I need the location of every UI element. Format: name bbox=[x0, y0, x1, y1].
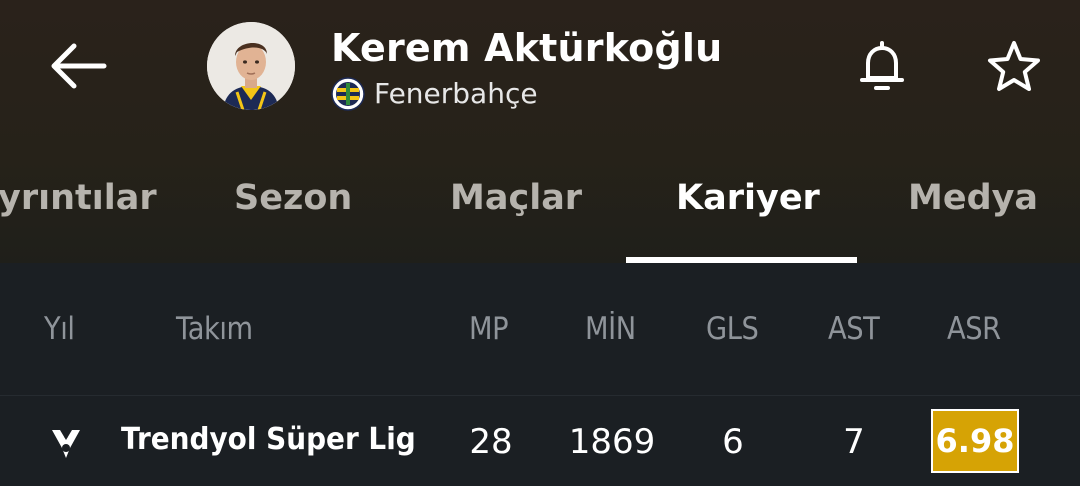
league-logo-icon bbox=[48, 426, 84, 460]
favorite-button[interactable] bbox=[984, 38, 1044, 96]
column-header-assists[interactable]: AST bbox=[828, 311, 880, 347]
tab-career[interactable]: Kariyer bbox=[676, 178, 820, 218]
star-icon bbox=[988, 41, 1040, 91]
notifications-button[interactable] bbox=[856, 38, 908, 96]
rating-badge: 6.98 bbox=[931, 409, 1019, 473]
assists-value: 7 bbox=[843, 422, 865, 462]
player-avatar bbox=[207, 22, 295, 110]
tab-media[interactable]: Medya bbox=[908, 178, 1038, 218]
arrow-left-icon bbox=[51, 43, 107, 89]
column-header-matches-played[interactable]: MP bbox=[469, 311, 509, 347]
player-name: Kerem Aktürkoğlu bbox=[331, 26, 723, 70]
club-logo-icon bbox=[331, 77, 365, 111]
column-header-year[interactable]: Yıl bbox=[44, 311, 75, 347]
minutes-value: 1869 bbox=[568, 422, 656, 462]
tab-season[interactable]: Sezon bbox=[234, 178, 352, 218]
table-row[interactable]: Trendyol Süper Lig 28 1869 6 7 6.98 bbox=[0, 396, 1080, 486]
column-header-minutes[interactable]: MİN bbox=[585, 311, 636, 347]
matches-played-value: 28 bbox=[469, 422, 513, 462]
rating-value: 6.98 bbox=[933, 411, 1017, 471]
club-name[interactable]: Fenerbahçe bbox=[374, 77, 538, 110]
goals-value: 6 bbox=[722, 422, 744, 462]
active-tab-indicator bbox=[626, 257, 857, 263]
column-header-team[interactable]: Takım bbox=[176, 311, 253, 347]
league-name: Trendyol Süper Lig bbox=[121, 422, 416, 457]
column-header-goals[interactable]: GLS bbox=[706, 311, 759, 347]
bell-icon bbox=[860, 41, 904, 90]
column-header-average-rating[interactable]: ASR bbox=[947, 311, 1001, 347]
back-button[interactable] bbox=[44, 36, 110, 96]
tab-matches[interactable]: Maçlar bbox=[450, 178, 582, 218]
player-header: Kerem Aktürkoğlu Fenerbahçe yrıntılar Se… bbox=[0, 0, 1080, 263]
tab-details[interactable]: yrıntılar bbox=[0, 178, 157, 218]
